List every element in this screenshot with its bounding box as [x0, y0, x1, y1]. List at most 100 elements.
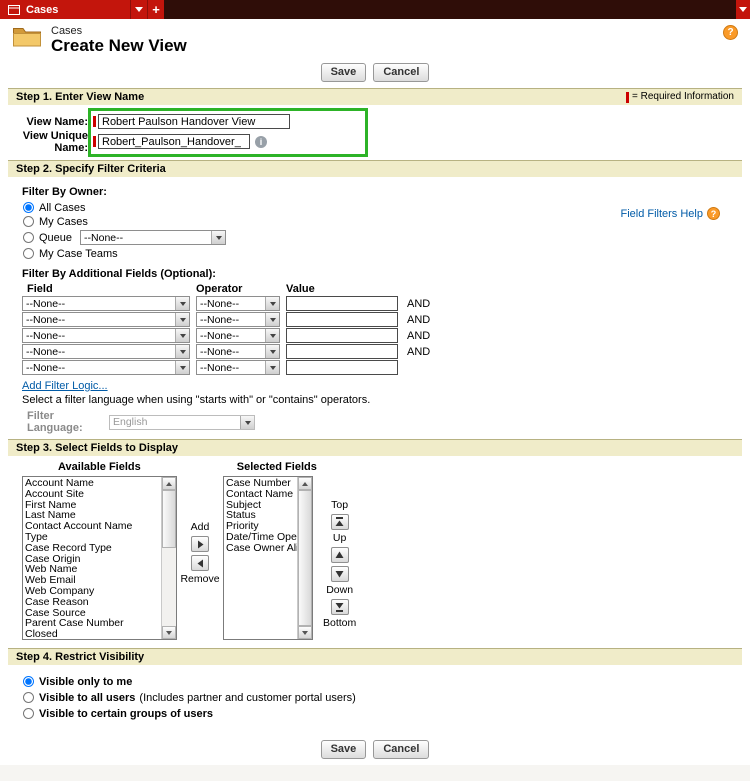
- list-item[interactable]: Contact Name: [226, 489, 297, 500]
- new-tab-button[interactable]: +: [147, 0, 164, 19]
- filter-row: --None-- --None-- AND: [22, 344, 742, 359]
- step4-title: Step 4. Restrict Visibility: [16, 651, 144, 663]
- filter-value-input[interactable]: [286, 328, 398, 343]
- move-up-button[interactable]: [331, 547, 349, 563]
- owner-radio-my-case-teams[interactable]: [23, 248, 34, 259]
- view-name-input[interactable]: [98, 114, 290, 129]
- view-unique-name-label: View Unique Name:: [8, 130, 88, 154]
- filter-field-select[interactable]: --None--: [22, 328, 190, 343]
- list-item[interactable]: Case Record Type: [25, 543, 161, 554]
- list-item[interactable]: Closed: [25, 629, 161, 639]
- filter-operator-select[interactable]: --None--: [196, 312, 280, 327]
- add-remove-controls: Add Remove: [179, 522, 221, 585]
- owner-option-my-case-teams: My Case Teams: [22, 247, 742, 260]
- chevron-down-icon: [175, 345, 189, 358]
- info-icon[interactable]: i: [255, 136, 267, 148]
- bottom-label: Bottom: [323, 618, 356, 629]
- selected-scrollbar[interactable]: [297, 477, 312, 639]
- filter-field-select[interactable]: --None--: [22, 312, 190, 327]
- cases-tab[interactable]: Cases: [0, 0, 130, 19]
- filter-value-input[interactable]: [286, 360, 398, 375]
- chevron-down-icon: [265, 345, 279, 358]
- step2-body: Filter By Owner: All Cases My Cases Queu…: [8, 177, 742, 439]
- filter-value-input[interactable]: [286, 296, 398, 311]
- filter-operator-select[interactable]: --None--: [196, 360, 280, 375]
- owner-radio-my-cases[interactable]: [23, 216, 34, 227]
- selected-fields-listbox[interactable]: Case NumberContact NameSubjectStatusPrio…: [223, 476, 313, 640]
- save-button[interactable]: Save: [321, 740, 367, 759]
- add-filter-logic-link[interactable]: Add Filter Logic...: [22, 380, 108, 392]
- cancel-button[interactable]: Cancel: [373, 740, 429, 759]
- save-button[interactable]: Save: [321, 63, 367, 82]
- cases-tab-label: Cases: [26, 4, 58, 16]
- list-item[interactable]: Case Reason: [25, 597, 161, 608]
- step2-title: Step 2. Specify Filter Criteria: [16, 163, 166, 175]
- and-label: AND: [407, 298, 430, 310]
- filter-operator-select[interactable]: --None--: [196, 296, 280, 311]
- down-label: Down: [326, 585, 353, 596]
- filter-row: --None-- --None-- AND: [22, 296, 742, 311]
- filter-language-row: Filter Language: English: [22, 410, 742, 434]
- arrow-to-bottom-icon: [335, 602, 344, 612]
- filter-field-select[interactable]: --None--: [22, 360, 190, 375]
- step4-body: Visible only to me Visible to all users …: [8, 665, 742, 730]
- scroll-up-icon[interactable]: [162, 477, 176, 490]
- page-help-icon[interactable]: ?: [723, 25, 738, 40]
- help-icon[interactable]: ?: [707, 207, 720, 220]
- filter-field-select[interactable]: --None--: [22, 344, 190, 359]
- required-bar-icon: [93, 136, 96, 147]
- filter-value-input[interactable]: [286, 312, 398, 327]
- arrow-down-icon: [335, 570, 344, 578]
- arrow-left-icon: [196, 559, 205, 568]
- view-unique-name-input[interactable]: [98, 134, 250, 149]
- filter-row: --None-- --None--: [22, 360, 742, 375]
- visibility-radio-me[interactable]: [23, 676, 34, 687]
- step3-header: Step 3. Select Fields to Display: [8, 439, 742, 456]
- page-header: Cases Create New View ?: [0, 19, 750, 59]
- add-button[interactable]: [191, 536, 209, 552]
- tab-bar-filler: [164, 0, 736, 19]
- visibility-option-suffix: (Includes partner and customer portal us…: [139, 692, 355, 704]
- available-fields-listbox[interactable]: Account NameAccount SiteFirst NameLast N…: [22, 476, 177, 640]
- owner-radio-all-cases[interactable]: [23, 202, 34, 213]
- step3-section: Step 3. Select Fields to Display Availab…: [8, 439, 742, 648]
- filter-operator-select[interactable]: --None--: [196, 344, 280, 359]
- plus-icon: +: [152, 5, 160, 15]
- cancel-button[interactable]: Cancel: [373, 63, 429, 82]
- tab-bar-menu-button[interactable]: [736, 0, 750, 19]
- visibility-radio-groups[interactable]: [23, 708, 34, 719]
- move-down-button[interactable]: [331, 566, 349, 582]
- step1-header: Step 1. Enter View Name = Required Infor…: [8, 88, 742, 105]
- required-legend-text: = Required Information: [632, 91, 734, 103]
- page: { "tab_bar": { "active_tab": "Cases", "p…: [0, 0, 750, 724]
- tab-dropdown-button[interactable]: [130, 0, 147, 19]
- available-fields-label: Available Fields: [58, 461, 141, 474]
- field-picker: Account NameAccount SiteFirst NameLast N…: [22, 476, 742, 640]
- scroll-down-icon[interactable]: [298, 626, 312, 639]
- scroll-down-icon[interactable]: [162, 626, 176, 639]
- owner-option-label: Queue: [39, 232, 72, 244]
- step4-section: Step 4. Restrict Visibility Visible only…: [8, 648, 742, 730]
- move-top-button[interactable]: [331, 514, 349, 530]
- scrollbar-thumb[interactable]: [298, 490, 312, 626]
- queue-select[interactable]: --None--: [80, 230, 226, 245]
- filter-field-select[interactable]: --None--: [22, 296, 190, 311]
- filter-value-input[interactable]: [286, 344, 398, 359]
- scrollbar-thumb[interactable]: [162, 490, 176, 548]
- filter-language-select: English: [109, 415, 255, 430]
- list-item[interactable]: Case Owner Alias: [226, 543, 297, 554]
- move-bottom-button[interactable]: [331, 599, 349, 615]
- filter-operator-select[interactable]: --None--: [196, 328, 280, 343]
- owner-radio-queue[interactable]: [23, 232, 34, 243]
- scroll-up-icon[interactable]: [298, 477, 312, 490]
- step4-header: Step 4. Restrict Visibility: [8, 648, 742, 665]
- visibility-radio-all-users[interactable]: [23, 692, 34, 703]
- page-title: Create New View: [51, 37, 187, 55]
- chevron-down-icon: [175, 329, 189, 342]
- field-filters-help-link[interactable]: Field Filters Help: [620, 208, 703, 220]
- remove-button[interactable]: [191, 555, 209, 571]
- owner-option-queue: Queue --None--: [22, 229, 742, 246]
- step1-body: View Name: View Unique Name: i: [8, 105, 742, 160]
- available-scrollbar[interactable]: [161, 477, 176, 639]
- list-item[interactable]: Account Site: [25, 489, 161, 500]
